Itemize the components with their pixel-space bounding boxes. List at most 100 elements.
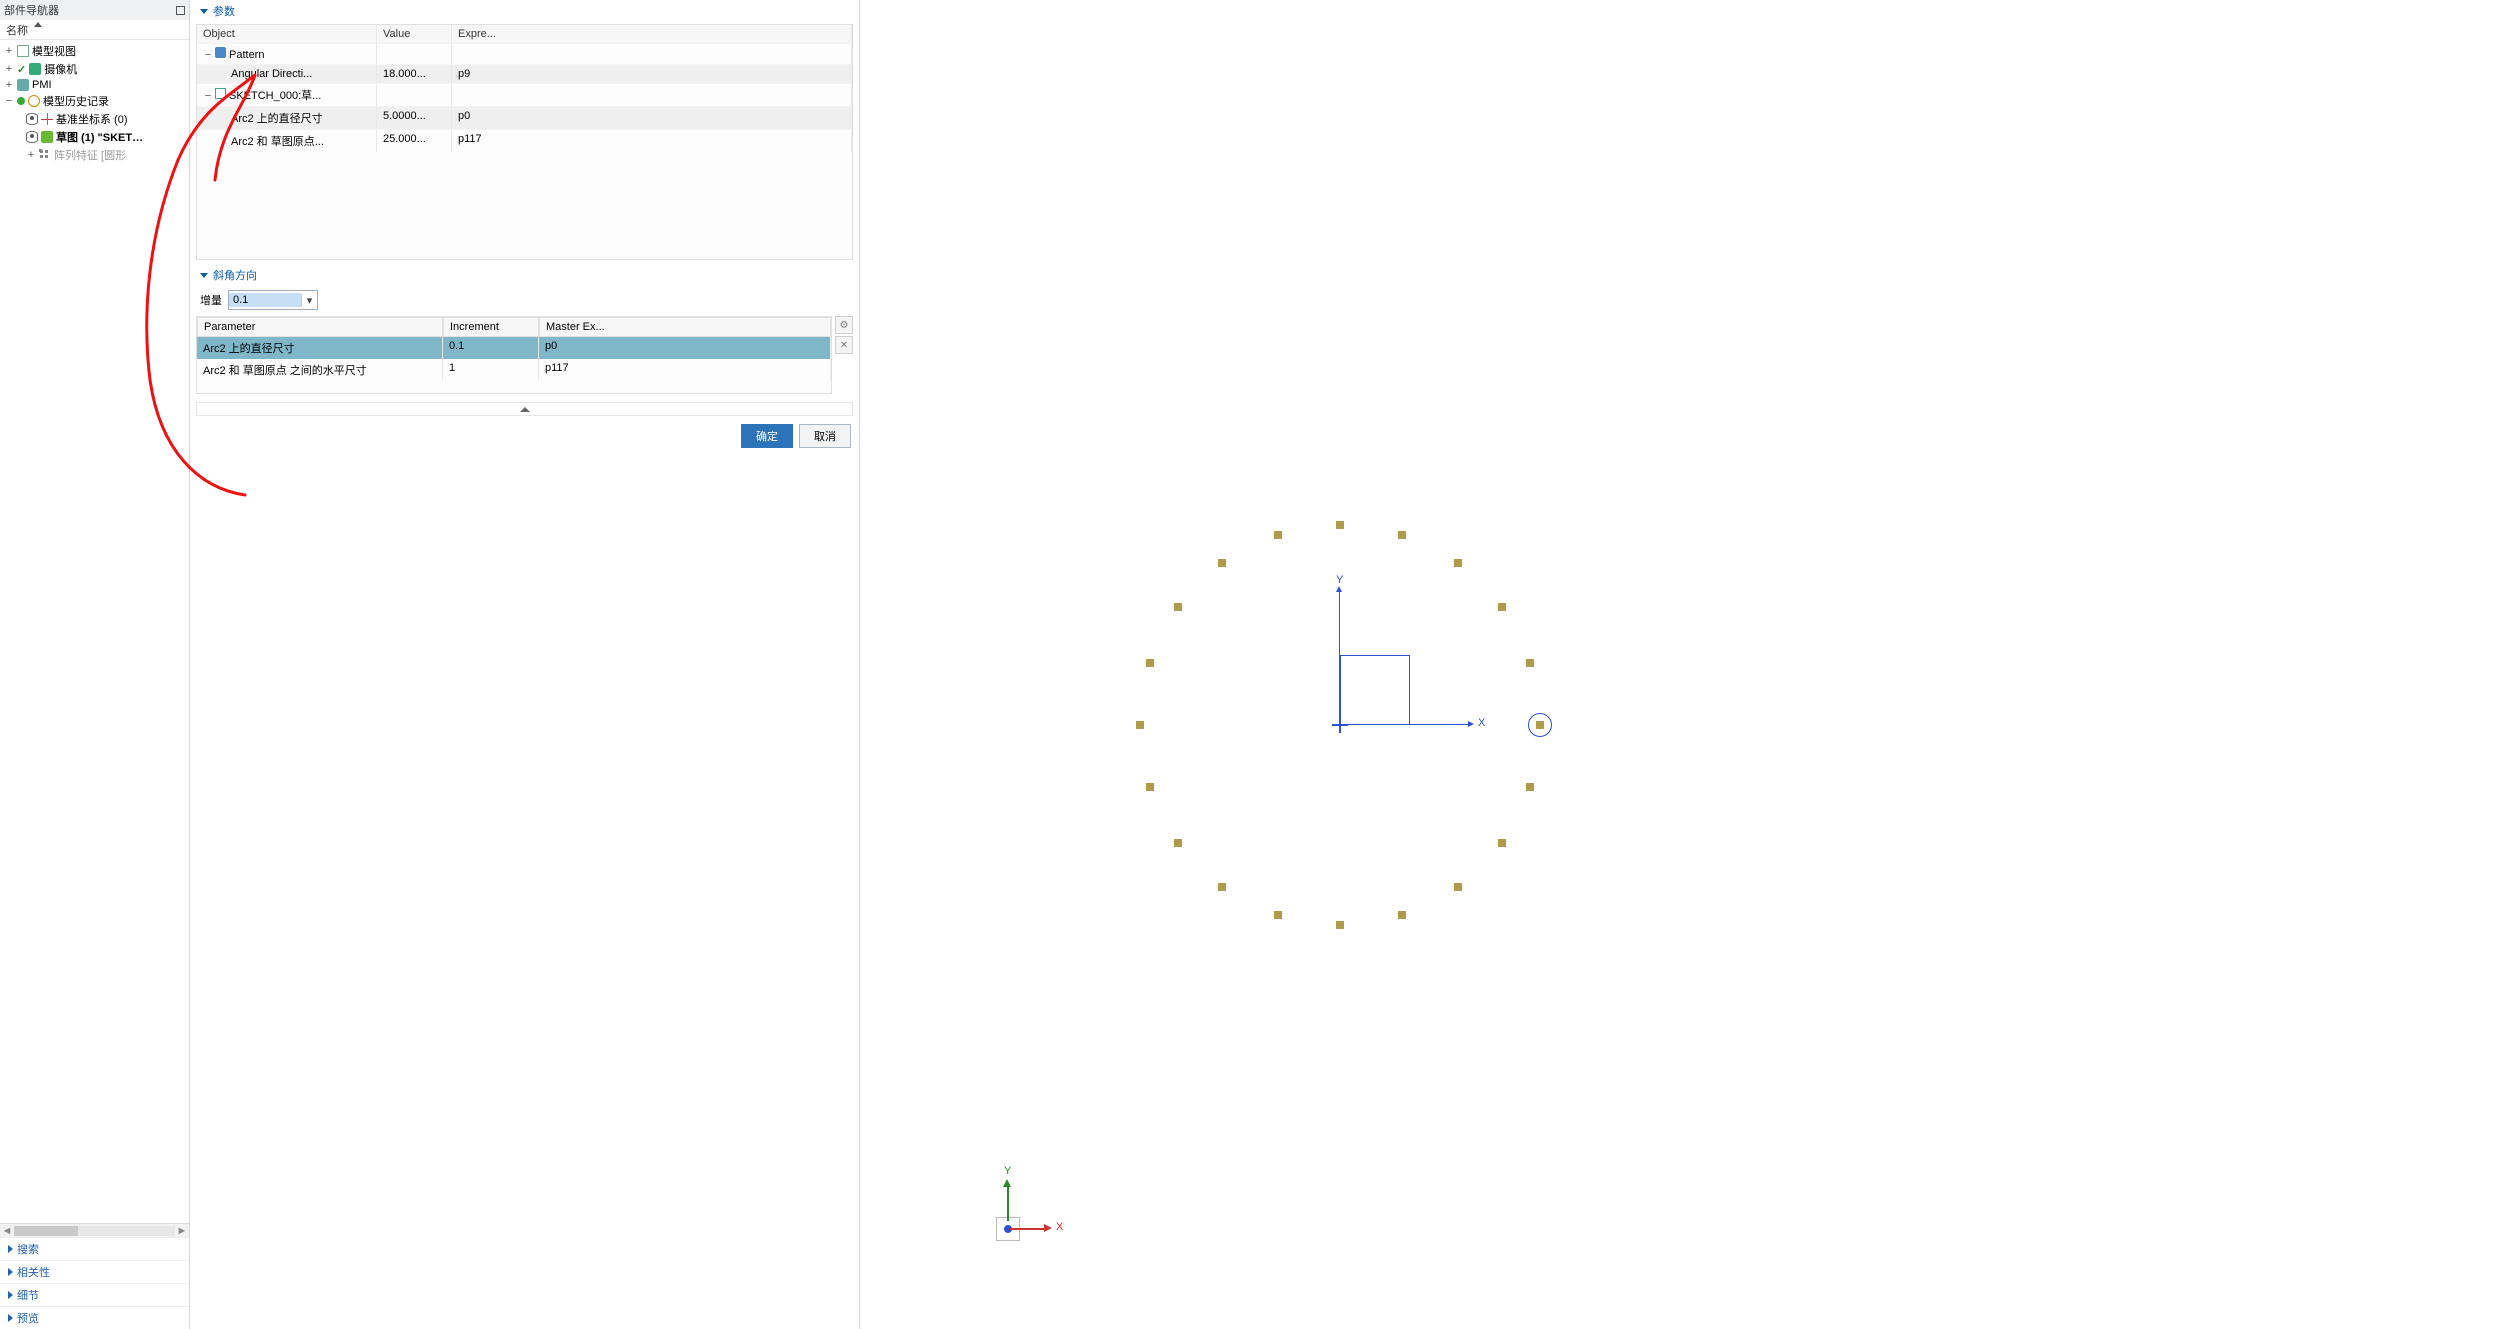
maximize-icon[interactable]	[176, 6, 185, 15]
table-row[interactable]: −SKETCH_000:草...	[197, 83, 852, 106]
pattern-point[interactable]	[1498, 603, 1506, 611]
col-increment[interactable]: Increment	[443, 317, 539, 337]
section-params-head[interactable]: 参数	[190, 0, 859, 22]
pattern-point[interactable]	[1174, 839, 1182, 847]
triad-y-arrow-icon	[1003, 1179, 1011, 1187]
ok-button[interactable]: 确定	[741, 424, 793, 448]
pattern-point[interactable]	[1146, 783, 1154, 791]
pattern-point[interactable]	[1174, 603, 1182, 611]
x-axis-arrow-icon	[1468, 721, 1474, 727]
cell: p9	[452, 65, 852, 83]
pattern-point[interactable]	[1218, 559, 1226, 567]
section-bevel-head[interactable]: 斜角方向	[190, 264, 859, 286]
pattern-point[interactable]	[1336, 921, 1344, 929]
col-expr[interactable]: Expre...	[452, 25, 852, 43]
tree-item-camera[interactable]: + ✓ 摄像机	[0, 60, 189, 78]
pattern-point[interactable]	[1274, 531, 1282, 539]
pattern-point[interactable]	[1146, 659, 1154, 667]
table-row[interactable]: Arc2 上的直径尺寸 5.0000... p0	[197, 106, 852, 129]
params-table-body: −Pattern Angular Directi... 18.000... p9…	[197, 43, 852, 259]
pattern-point[interactable]	[1136, 721, 1144, 729]
tree-label: 草图 (1) "SKET…	[56, 129, 143, 145]
scroll-thumb[interactable]	[14, 1226, 78, 1236]
bevel-side-buttons: ⚙ ✕	[835, 316, 853, 394]
sort-asc-icon	[34, 22, 42, 27]
table-row-selected[interactable]: Arc2 上的直径尺寸 0.1 p0	[197, 337, 831, 359]
col-value[interactable]: Value	[377, 25, 452, 43]
expand-icon[interactable]: +	[4, 45, 14, 57]
origin-box	[1340, 655, 1410, 725]
collapse-icon[interactable]: −	[203, 90, 213, 102]
tree-item-datum[interactable]: 基准坐标系 (0)	[0, 110, 189, 128]
triad-y-axis	[1007, 1185, 1009, 1221]
scroll-right-icon[interactable]: ►	[175, 1225, 189, 1237]
pattern-point[interactable]	[1218, 883, 1226, 891]
increment-input[interactable]	[229, 293, 301, 307]
collapse-up-bar[interactable]	[196, 402, 853, 416]
pattern-node-icon	[215, 47, 226, 58]
pmi-icon	[17, 79, 29, 91]
accordion-preview[interactable]: 预览	[0, 1306, 189, 1329]
scroll-left-icon[interactable]: ◄	[0, 1225, 14, 1237]
collapse-icon[interactable]: −	[203, 49, 213, 61]
pattern-point[interactable]	[1336, 521, 1344, 529]
model-view-icon	[17, 45, 29, 57]
params-table-header: Object Value Expre...	[197, 25, 852, 43]
y-axis-arrow-icon	[1336, 586, 1342, 592]
accordion-related[interactable]: 相关性	[0, 1260, 189, 1283]
col-parameter[interactable]: Parameter	[197, 317, 443, 337]
pattern-point[interactable]	[1454, 883, 1462, 891]
cell: 5.0000...	[377, 107, 452, 129]
nav-col-name: 名称	[6, 22, 28, 38]
pattern-point[interactable]	[1398, 911, 1406, 919]
expand-icon[interactable]: +	[26, 149, 36, 161]
tree-item-pmi[interactable]: + PMI	[0, 78, 189, 92]
collapse-icon[interactable]: −	[4, 95, 14, 107]
settings-icon[interactable]: ⚙	[835, 316, 853, 334]
cancel-button[interactable]: 取消	[799, 424, 851, 448]
accordion-label: 相关性	[17, 1264, 50, 1280]
dialog-button-row: 确定 取消	[190, 420, 859, 454]
triad-x-arrow-icon	[1044, 1224, 1052, 1232]
tree-item-sketch[interactable]: 草图 (1) "SKET…	[0, 128, 189, 146]
nav-column-header[interactable]: 名称	[0, 20, 189, 40]
scroll-track[interactable]	[14, 1226, 175, 1236]
graphics-canvas[interactable]: X Y Y X	[860, 0, 2496, 1329]
pattern-point[interactable]	[1526, 659, 1534, 667]
table-row[interactable]: −Pattern	[197, 43, 852, 64]
visibility-icon[interactable]	[26, 131, 38, 143]
tree-label: PMI	[32, 79, 52, 91]
pattern-point[interactable]	[1454, 559, 1462, 567]
chevron-up-icon	[520, 407, 530, 412]
tree-item-model-view[interactable]: + 模型视图	[0, 42, 189, 60]
delete-row-button[interactable]: ✕	[835, 336, 853, 354]
sketch-icon	[41, 131, 53, 143]
part-navigator-title: 部件导航器	[4, 2, 59, 18]
accordion-detail[interactable]: 细节	[0, 1283, 189, 1306]
tree-item-history[interactable]: − 模型历史记录	[0, 92, 189, 110]
nav-horizontal-scrollbar[interactable]: ◄ ►	[0, 1223, 189, 1237]
expand-icon[interactable]: +	[4, 79, 14, 91]
pattern-icon	[39, 149, 51, 161]
nav-tree: + 模型视图 + ✓ 摄像机 + PMI − 模型历史记录	[0, 40, 189, 1223]
table-row[interactable]: Angular Directi... 18.000... p9	[197, 64, 852, 83]
x-axis-label: X	[1478, 717, 1485, 729]
table-row[interactable]: Arc2 和 草图原点... 25.000... p117	[197, 129, 852, 152]
increment-combo[interactable]: ▾	[228, 290, 318, 310]
visibility-icon[interactable]	[26, 113, 38, 125]
pattern-point[interactable]	[1274, 911, 1282, 919]
col-master[interactable]: Master Ex...	[539, 317, 831, 337]
cell: Arc2 上的直径尺寸	[231, 113, 323, 125]
pattern-point[interactable]	[1398, 531, 1406, 539]
pattern-point[interactable]	[1498, 839, 1506, 847]
table-row[interactable]: Arc2 和 草图原点 之间的水平尺寸 1 p117	[197, 359, 831, 381]
dropdown-icon[interactable]: ▾	[301, 294, 317, 307]
pattern-point[interactable]	[1526, 783, 1534, 791]
col-object[interactable]: Object	[197, 25, 377, 43]
expand-icon[interactable]: +	[4, 63, 14, 75]
accordion-search[interactable]: 搜索	[0, 1237, 189, 1260]
increment-row: 增量 ▾	[190, 286, 859, 314]
orientation-triad[interactable]: Y X	[960, 1159, 1070, 1269]
tree-item-pattern[interactable]: + 阵列特征 [圆形	[0, 146, 189, 164]
selected-point-highlight	[1528, 713, 1552, 737]
